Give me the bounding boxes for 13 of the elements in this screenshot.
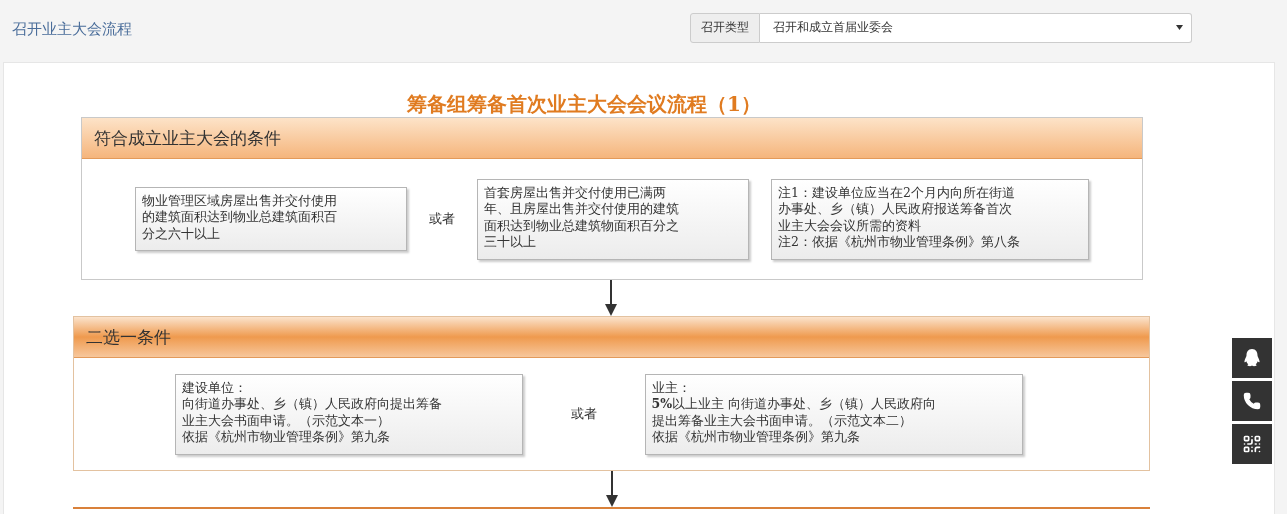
or-label: 或者: [429, 210, 455, 228]
type-select[interactable]: 召开和成立首届业委会: [760, 12, 1192, 43]
field-label: 召开类型: [690, 12, 760, 43]
page-title: 召开业主大会流程: [12, 20, 133, 39]
note-box: 注1：建设单位应当在2个月内向所在街道 办事处、乡（镇）人民政府报送筹备首次 业主大会会议所需的资料 注2：依据《杭州市物业管理条例》第八条: [771, 178, 1089, 260]
flowchart-title: 筹备组筹备首次业主大会会议流程（1）: [406, 91, 762, 117]
condition-box: 建设单位： 向街道办事处、乡（镇）人民政府向提出筹备 业主大会书面申请。（示范文本一） 依据《杭州市物业管理条例》第九条: [174, 373, 523, 455]
condition-box: 物业管理区域房屋出售并交付使用 的建筑面积达到物业总建筑面积百 分之六十以上: [135, 186, 407, 252]
section-heading: 符合成立业主大会的条件: [82, 118, 1142, 159]
condition-box: 业主： 5%以上业主 向街道办事处、乡（镇）人民政府向 提出筹备业主大会书面申请。（示范文本二） 依据《杭州市物业管理条例》第九条: [644, 373, 1023, 455]
condition-box: 首套房屋出售并交付使用已满两 年、且房屋出售并交付使用的建筑 面积达到物业总建筑物面积百分之 三十以上: [477, 178, 749, 260]
or-label: 或者: [570, 405, 597, 423]
section-heading: 二选一条件: [74, 317, 1149, 358]
